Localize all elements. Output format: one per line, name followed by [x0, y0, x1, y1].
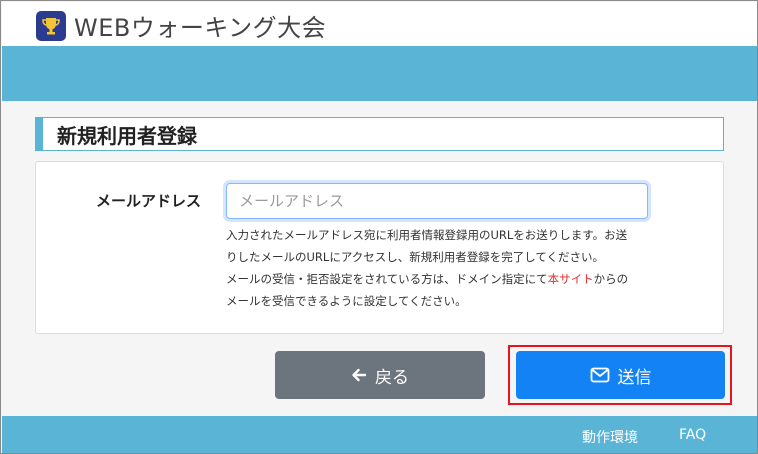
back-button-label: 戻る: [375, 367, 409, 388]
faq-link[interactable]: FAQ: [679, 427, 706, 443]
header-band: [2, 46, 757, 101]
environment-link[interactable]: 動作環境: [582, 427, 638, 447]
registration-form-panel: メールアドレス 入力されたメールアドレス宛に利用者情報登録用のURLをお送りしま…: [35, 161, 724, 334]
section-title: 新規利用者登録: [35, 117, 724, 151]
header: WEBウォーキング大会: [2, 2, 757, 46]
section-title-text: 新規利用者登録: [57, 123, 197, 148]
help-text: 入力されたメールアドレス宛に利用者情報登録用のURLをお送りします。お送りしたメ…: [226, 224, 636, 312]
send-button[interactable]: 送信: [516, 351, 725, 399]
envelope-icon: [590, 367, 610, 383]
back-button[interactable]: 戻る: [275, 351, 485, 399]
site-link[interactable]: 本サイト: [548, 272, 594, 286]
app-title: WEBウォーキング大会: [74, 14, 327, 42]
help-text-line2-prefix: メールの受信・拒否設定をされている方は、ドメイン指定にて: [226, 272, 548, 286]
trophy-icon: [36, 11, 66, 41]
help-text-line1: 入力されたメールアドレス宛に利用者情報登録用のURLをお送りします。お送りしたメ…: [226, 228, 628, 264]
help-text-line2: メールの受信・拒否設定をされている方は、ドメイン指定にて本サイトからのメールを受…: [226, 268, 636, 312]
footer: 動作環境 FAQ: [2, 416, 757, 453]
send-button-label: 送信: [617, 367, 652, 388]
email-input[interactable]: [226, 183, 648, 219]
email-label: メールアドレス: [96, 192, 202, 210]
app-window: WEBウォーキング大会 新規利用者登録 メールアドレス 入力されたメールアドレス…: [0, 0, 758, 454]
arrow-left-icon: [351, 367, 367, 383]
